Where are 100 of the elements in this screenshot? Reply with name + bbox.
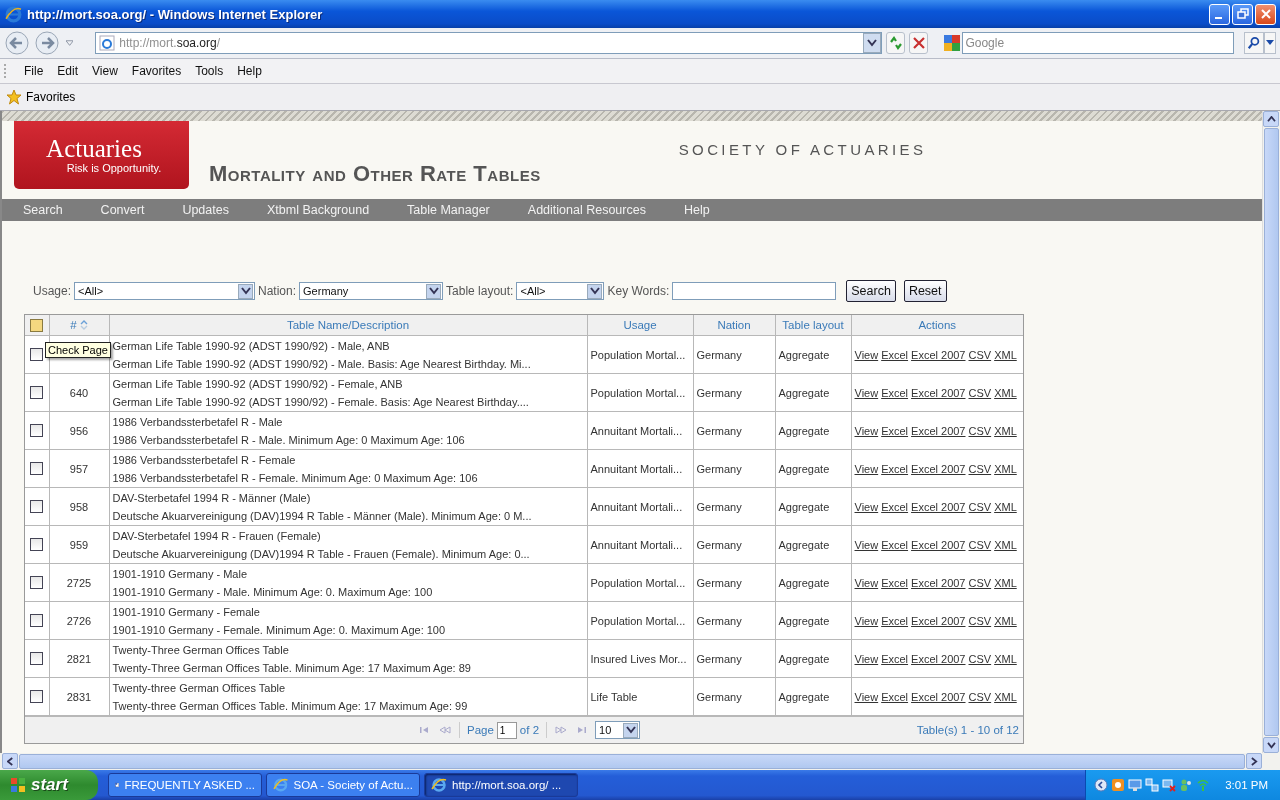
row-checkbox[interactable] — [30, 462, 44, 476]
filter-dropdown[interactable]: <All> — [74, 282, 256, 300]
tray-network-icon[interactable] — [1145, 778, 1160, 792]
action-link[interactable]: Excel — [881, 462, 909, 475]
forward-button[interactable] — [34, 30, 60, 56]
horizontal-scrollbar[interactable] — [0, 753, 1280, 770]
action-link[interactable]: Excel — [881, 690, 909, 703]
action-link[interactable]: Excel — [881, 652, 909, 665]
action-link[interactable]: View — [854, 538, 879, 551]
action-link[interactable]: CSV — [968, 462, 992, 475]
action-link[interactable]: Excel 2007 — [911, 652, 966, 665]
filter-dropdown[interactable]: Germany — [299, 282, 444, 300]
address-field[interactable]: http://mort.soa.org/ — [95, 32, 883, 54]
action-link[interactable]: XML — [994, 386, 1017, 399]
scroll-down-icon[interactable] — [1266, 741, 1276, 749]
nav-link[interactable]: Table Manager — [407, 203, 490, 217]
tray-monitor-icon[interactable] — [1128, 778, 1143, 792]
tray-disconnected-icon[interactable] — [1162, 778, 1177, 792]
scroll-right-icon[interactable] — [1250, 756, 1258, 766]
menu-item[interactable]: Edit — [50, 62, 86, 80]
action-link[interactable]: XML — [994, 462, 1017, 475]
menu-item[interactable]: View — [85, 62, 125, 80]
action-link[interactable]: CSV — [968, 614, 992, 627]
row-checkbox[interactable] — [30, 538, 44, 552]
search-options-button[interactable] — [1264, 32, 1276, 54]
column-header[interactable]: # — [70, 319, 77, 331]
scroll-up-icon[interactable] — [1266, 115, 1276, 123]
action-link[interactable]: Excel 2007 — [911, 462, 966, 475]
nav-link[interactable]: Help — [683, 203, 710, 217]
restore-button[interactable] — [1232, 3, 1253, 25]
taskbar-button[interactable]: FREQUENTLY ASKED ... — [108, 773, 262, 797]
menu-item[interactable]: File — [17, 62, 51, 80]
action-link[interactable]: CSV — [968, 538, 992, 551]
minimize-button[interactable] — [1209, 3, 1230, 25]
start-button[interactable]: start — [0, 770, 98, 800]
action-link[interactable]: Excel 2007 — [911, 538, 966, 551]
action-link[interactable]: XML — [994, 348, 1017, 361]
action-link[interactable]: CSV — [968, 690, 992, 703]
filter-button[interactable]: Reset — [903, 280, 947, 302]
nav-link[interactable]: Convert — [100, 203, 145, 217]
action-link[interactable]: Excel 2007 — [911, 576, 966, 589]
page-field[interactable]: 1 — [496, 721, 517, 739]
action-link[interactable]: CSV — [968, 348, 992, 361]
action-link[interactable]: Excel — [881, 614, 909, 627]
action-link[interactable]: Excel 2007 — [911, 614, 966, 627]
action-link[interactable]: Excel 2007 — [911, 424, 966, 437]
action-link[interactable]: CSV — [968, 652, 992, 665]
row-checkbox[interactable] — [30, 386, 44, 400]
action-link[interactable]: Excel — [881, 386, 909, 399]
action-link[interactable]: CSV — [968, 576, 992, 589]
action-link[interactable]: XML — [994, 500, 1017, 513]
column-header[interactable]: Usage — [623, 319, 657, 331]
action-link[interactable]: Excel — [881, 348, 909, 361]
row-checkbox[interactable] — [30, 690, 44, 704]
filter-dropdown[interactable]: <All> — [516, 282, 605, 300]
nav-link[interactable]: Xtbml Background — [266, 203, 370, 217]
action-link[interactable]: XML — [994, 424, 1017, 437]
menu-item[interactable]: Help — [230, 62, 269, 80]
action-link[interactable]: Excel — [881, 576, 909, 589]
favorites-button[interactable]: Favorites — [6, 89, 76, 105]
action-link[interactable]: View — [854, 614, 879, 627]
stop-button[interactable] — [909, 32, 929, 54]
scroll-left-icon[interactable] — [6, 756, 14, 766]
row-checkbox[interactable] — [30, 348, 44, 362]
action-link[interactable]: CSV — [968, 424, 992, 437]
action-link[interactable]: Excel — [881, 500, 909, 513]
filter-button[interactable]: Search — [846, 280, 896, 302]
close-button[interactable] — [1255, 3, 1276, 25]
search-field[interactable]: Google — [962, 32, 1235, 54]
keyword-field[interactable] — [672, 282, 837, 300]
row-checkbox[interactable] — [30, 652, 44, 666]
search-button[interactable] — [1244, 32, 1265, 54]
action-link[interactable]: XML — [994, 538, 1017, 551]
page-size-dropdown[interactable]: 10 — [595, 721, 641, 739]
action-link[interactable]: XML — [994, 614, 1017, 627]
vertical-scrollbar[interactable] — [1262, 111, 1280, 753]
action-link[interactable]: View — [854, 386, 879, 399]
action-link[interactable]: View — [854, 652, 879, 665]
back-button[interactable] — [4, 30, 30, 56]
action-link[interactable]: Excel 2007 — [911, 500, 966, 513]
action-link[interactable]: Excel — [881, 424, 909, 437]
logo[interactable]: Actuaries Risk is Opportunity. — [14, 121, 189, 189]
row-checkbox[interactable] — [30, 614, 44, 628]
column-header[interactable]: Actions — [918, 319, 957, 331]
action-link[interactable]: XML — [994, 652, 1017, 665]
taskbar-button[interactable]: SOA - Society of Actu... — [266, 773, 420, 797]
action-link[interactable]: CSV — [968, 386, 992, 399]
column-header[interactable]: Table Name/Description — [286, 319, 410, 331]
action-link[interactable]: View — [854, 576, 879, 589]
tray-app-icon[interactable] — [1111, 778, 1126, 792]
row-checkbox[interactable] — [30, 424, 44, 438]
action-link[interactable]: Excel 2007 — [911, 386, 966, 399]
select-all-checkbox[interactable] — [30, 318, 44, 332]
menu-item[interactable]: Favorites — [124, 62, 189, 80]
action-link[interactable]: XML — [994, 576, 1017, 589]
nav-link[interactable]: Search — [23, 203, 63, 217]
action-link[interactable]: View — [854, 690, 879, 703]
nav-link[interactable]: Updates — [182, 203, 229, 217]
action-link[interactable]: Excel 2007 — [911, 348, 966, 361]
nav-link[interactable]: Additional Resources — [527, 203, 646, 217]
